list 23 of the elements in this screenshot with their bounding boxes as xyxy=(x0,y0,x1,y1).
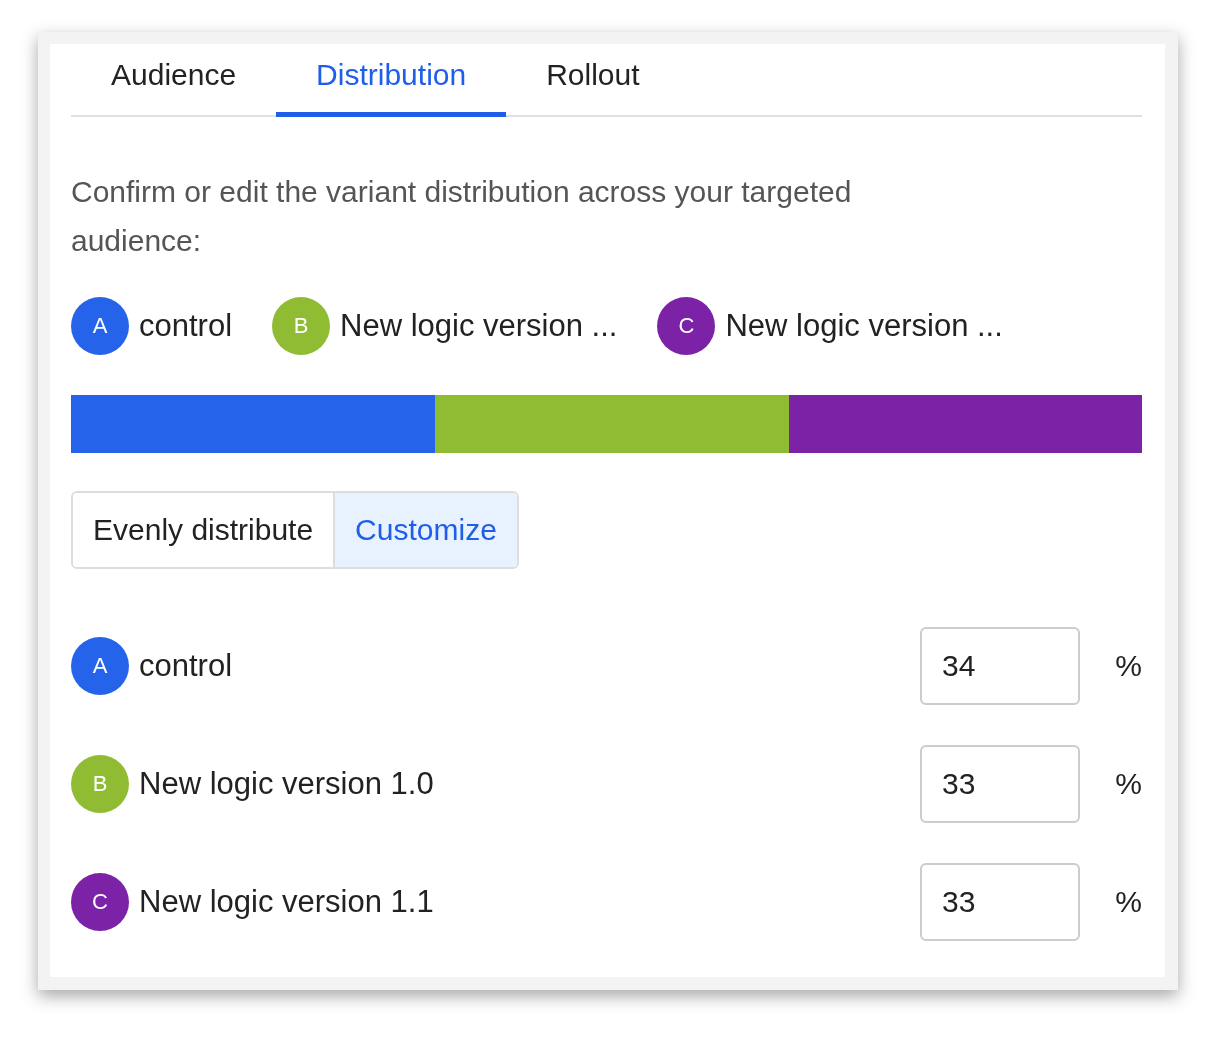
variant-name: control xyxy=(139,648,234,684)
variant-badge: B xyxy=(272,297,331,355)
variant-name: New logic version 1.1 xyxy=(139,884,435,920)
tab[interactable]: Rollout xyxy=(506,44,680,117)
percent-unit: % xyxy=(1114,767,1142,801)
percent-unit: % xyxy=(1114,885,1142,919)
legend-label: New logic version ... xyxy=(340,308,618,344)
instruction-text: Confirm or edit the variant distribution across your targeted audience: xyxy=(71,174,853,259)
percent-unit: % xyxy=(1114,649,1142,683)
toggle-option[interactable]: Customize xyxy=(333,493,517,567)
variant-badge: C xyxy=(71,873,129,931)
variant-badge: B xyxy=(71,755,129,813)
percent-input[interactable]: 34 xyxy=(920,627,1080,705)
percent-input[interactable]: 33 xyxy=(920,863,1080,941)
tab[interactable]: Distribution xyxy=(276,44,507,117)
variant-badge: A xyxy=(71,637,129,695)
legend-label: New logic version ... xyxy=(725,308,1003,344)
percent-input[interactable]: 33 xyxy=(920,745,1080,823)
variant-name: New logic version 1.0 xyxy=(139,766,435,802)
variant-badge: A xyxy=(71,297,129,355)
tab[interactable]: Audience xyxy=(71,44,277,117)
legend-label: control xyxy=(139,308,233,344)
variant-badge: C xyxy=(657,297,716,355)
